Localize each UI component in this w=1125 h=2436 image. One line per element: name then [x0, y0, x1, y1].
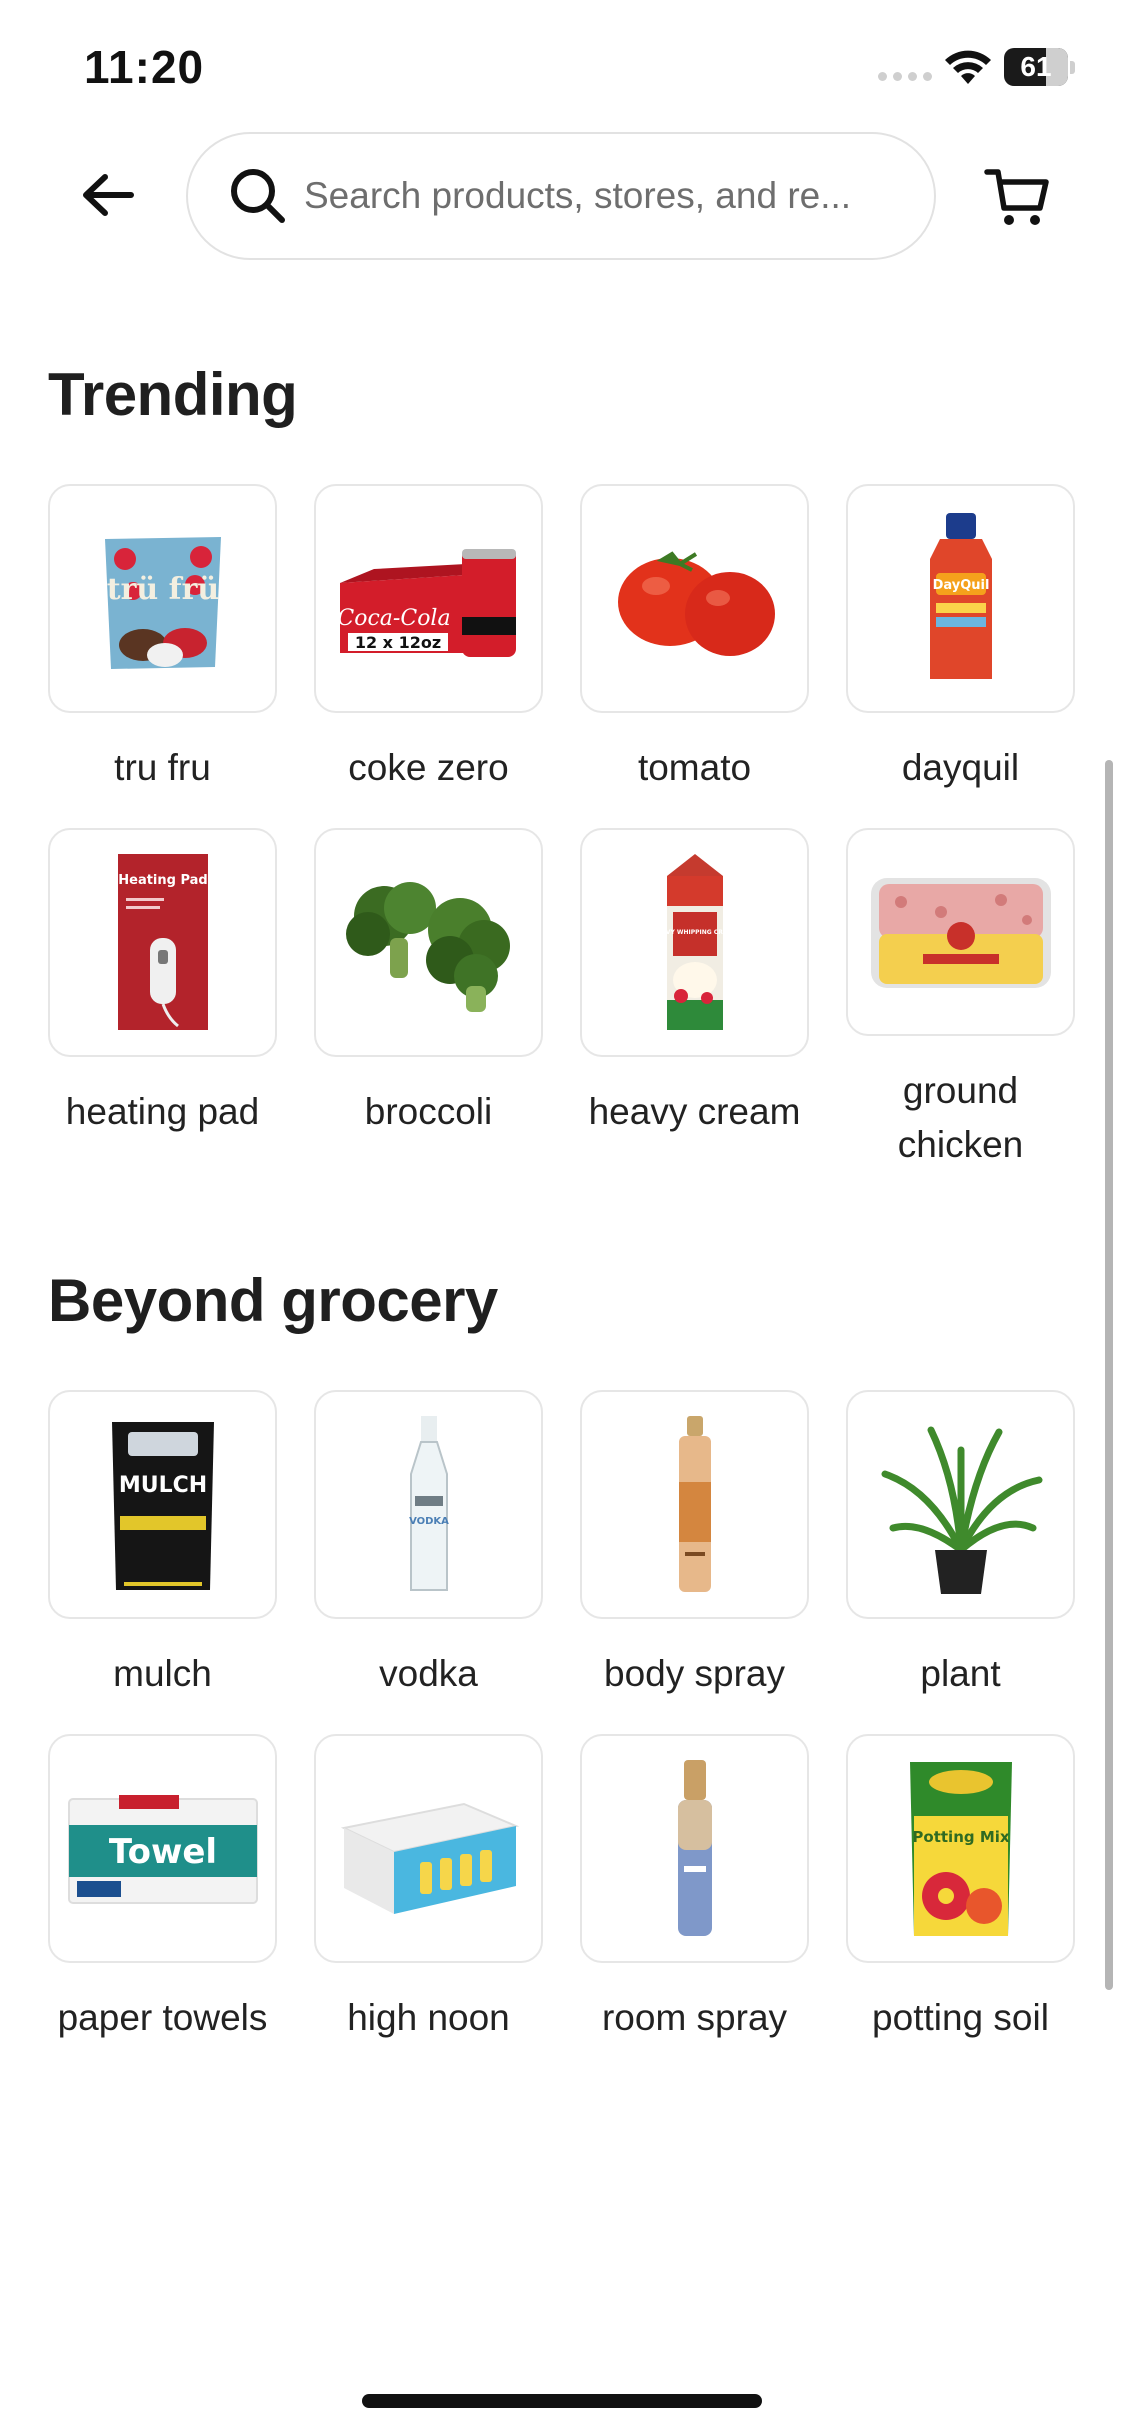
- product-tile-ground-chicken[interactable]: ground chicken: [846, 828, 1075, 1172]
- dayquil-image: DayQuil: [846, 484, 1075, 713]
- status-bar: 11:20 61: [0, 0, 1125, 130]
- svg-text:DayQuil: DayQuil: [932, 578, 989, 593]
- product-label: paper towels: [57, 1997, 268, 2038]
- tru-fru-image: trü frü: [48, 484, 277, 713]
- product-tile-broccoli[interactable]: broccoli: [314, 828, 543, 1172]
- product-tile-room-spray[interactable]: room spray: [580, 1734, 809, 2078]
- arrow-left-icon: [83, 174, 134, 216]
- room-spray-image: [580, 1734, 809, 1963]
- vodka-label-text: VODKA: [409, 1516, 449, 1527]
- status-time: 11:20: [84, 41, 205, 93]
- wifi-icon: [944, 50, 992, 91]
- paper-towels-label-text: Towel: [108, 1832, 216, 1872]
- tomato-image: [580, 484, 809, 713]
- product-label: heavy cream: [588, 1091, 801, 1132]
- heating-pad-image: Heating Pad: [48, 828, 277, 1057]
- section-title-beyond-grocery: Beyond grocery: [48, 1267, 498, 1334]
- shopping-cart-icon: [984, 169, 1049, 225]
- product-label: coke zero: [348, 747, 509, 788]
- product-tile-dayquil[interactable]: DayQuil dayquil: [846, 484, 1075, 828]
- product-label: vodka: [379, 1653, 478, 1694]
- high-noon-image: [314, 1734, 543, 1963]
- svg-text:Coca-Cola: Coca-Cola: [337, 606, 450, 631]
- broccoli-image: [314, 828, 543, 1057]
- home-indicator[interactable]: [362, 2394, 762, 2408]
- body-spray-image: [580, 1390, 809, 1619]
- product-label: broccoli: [364, 1091, 493, 1132]
- scrollbar[interactable]: [1105, 760, 1113, 1990]
- ground-chicken-image: [846, 828, 1075, 1036]
- product-tile-mulch[interactable]: MULCH mulch: [48, 1390, 277, 1734]
- search-input[interactable]: [302, 174, 896, 218]
- tru-fru-brand-text: trü frü: [106, 572, 218, 607]
- heavy-cream-label-text: HEAVY WHIPPING CREAM: [652, 929, 737, 936]
- product-tile-tru-fru[interactable]: trü frü tru fru: [48, 484, 277, 828]
- product-tile-potting-soil[interactable]: Potting Mix potting soil: [846, 1734, 1075, 2078]
- beyond-grocery-grid: MULCH mulch VODKA vodka body spray plant…: [48, 1390, 1075, 2078]
- product-tile-body-spray[interactable]: body spray: [580, 1390, 809, 1734]
- product-label: plant: [920, 1653, 1001, 1694]
- battery-level: 61: [1020, 51, 1052, 82]
- paper-towels-image: Towel: [48, 1734, 277, 1963]
- heating-pad-label-text: Heating Pad: [118, 873, 207, 888]
- product-label: room spray: [601, 1997, 788, 2038]
- product-label: heating pad: [65, 1091, 260, 1132]
- product-label: tru fru: [114, 747, 211, 788]
- product-label: high noon: [347, 1997, 510, 2038]
- product-tile-heating-pad[interactable]: Heating Pad heating pad: [48, 828, 277, 1172]
- product-label: mulch: [113, 1653, 212, 1694]
- section-title-trending: Trending: [48, 361, 298, 428]
- search-bar[interactable]: [186, 132, 936, 260]
- trending-grid: trü frü tru fru Coca-Cola 12 x 12oz coke…: [48, 484, 1075, 1172]
- product-tile-plant[interactable]: plant: [846, 1390, 1075, 1734]
- product-tile-vodka[interactable]: VODKA vodka: [314, 1390, 543, 1734]
- product-label: ground chicken: [897, 1070, 1024, 1165]
- product-tile-paper-towels[interactable]: Towel paper towels: [48, 1734, 277, 2078]
- potting-soil-image: Potting Mix: [846, 1734, 1075, 1963]
- product-tile-coke-zero[interactable]: Coca-Cola 12 x 12oz coke zero: [314, 484, 543, 828]
- cellular-signal-icon: [878, 72, 932, 81]
- product-label: dayquil: [901, 747, 1020, 788]
- product-label: tomato: [637, 747, 752, 788]
- potting-soil-label-text: Potting Mix: [912, 1828, 1009, 1846]
- vodka-image: VODKA: [314, 1390, 543, 1619]
- cart-button[interactable]: [982, 162, 1052, 232]
- heavy-cream-image: HEAVY WHIPPING CREAM: [580, 828, 809, 1057]
- mulch-label-text: MULCH: [118, 1473, 206, 1498]
- mulch-image: MULCH: [48, 1390, 277, 1619]
- search-icon: [228, 166, 288, 226]
- product-tile-high-noon[interactable]: high noon: [314, 1734, 543, 2078]
- coke-zero-pack-text: 12 x 12oz: [354, 633, 440, 652]
- product-label: potting soil: [872, 1997, 1049, 2038]
- product-label: body spray: [604, 1653, 785, 1694]
- coke-zero-image: Coca-Cola 12 x 12oz: [314, 484, 543, 713]
- product-tile-tomato[interactable]: tomato: [580, 484, 809, 828]
- product-tile-heavy-cream[interactable]: HEAVY WHIPPING CREAM heavy cream: [580, 828, 809, 1172]
- battery-icon: 61: [1004, 48, 1075, 88]
- back-button[interactable]: [78, 165, 138, 225]
- plant-image: [846, 1390, 1075, 1619]
